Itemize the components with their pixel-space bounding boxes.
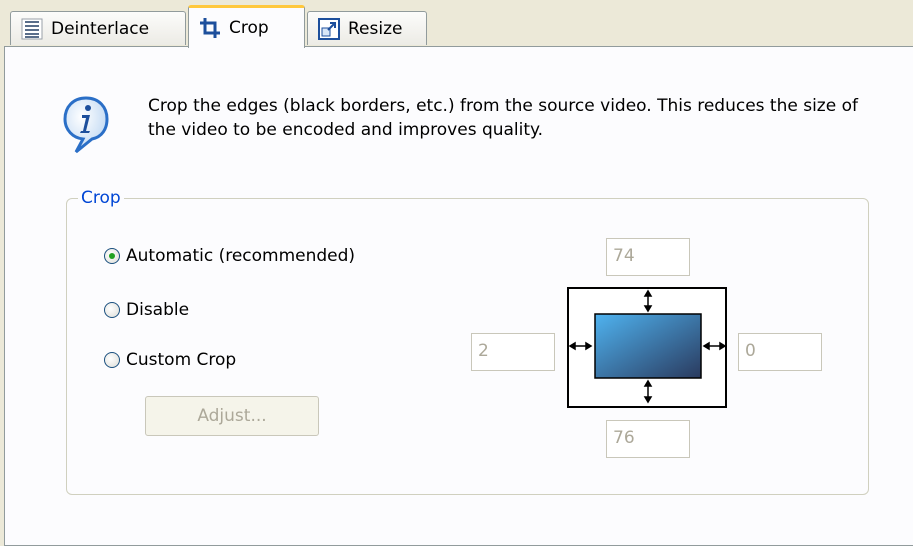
tab-label: Resize: [348, 18, 403, 39]
deinterlace-icon: [21, 18, 43, 39]
info-icon: [63, 96, 109, 154]
crop-bottom-field[interactable]: 76: [606, 420, 690, 458]
crop-left-field[interactable]: 2: [471, 333, 555, 371]
radio-label: Automatic (recommended): [126, 246, 356, 266]
tab-bar: Deinterlace Crop Resize: [0, 0, 913, 48]
tab-crop[interactable]: Crop: [188, 5, 305, 48]
crop-preview-diagram: [567, 287, 727, 408]
radio-indicator[interactable]: [104, 352, 120, 368]
tab-deinterlace[interactable]: Deinterlace: [10, 11, 186, 45]
info-description: Crop the edges (black borders, etc.) fro…: [148, 96, 858, 140]
automatic-radio[interactable]: Automatic (recommended): [104, 246, 355, 266]
crop-group-title: Crop: [78, 188, 124, 208]
custom-crop-radio[interactable]: Custom Crop: [104, 350, 236, 370]
crop-right-field[interactable]: 0: [738, 333, 822, 371]
tab-label: Crop: [229, 18, 269, 38]
radio-indicator[interactable]: [104, 302, 120, 318]
tab-resize[interactable]: Resize: [307, 11, 427, 45]
tab-label: Deinterlace: [51, 18, 150, 39]
crop-top-field[interactable]: 74: [606, 238, 690, 276]
crop-icon: [200, 18, 220, 38]
resize-icon: [318, 17, 340, 40]
radio-label: Custom Crop: [126, 350, 237, 370]
radio-label: Disable: [126, 300, 190, 320]
radio-checked-indicator[interactable]: [104, 248, 120, 264]
adjust-button[interactable]: Adjust...: [145, 396, 319, 436]
disable-radio[interactable]: Disable: [104, 300, 189, 320]
